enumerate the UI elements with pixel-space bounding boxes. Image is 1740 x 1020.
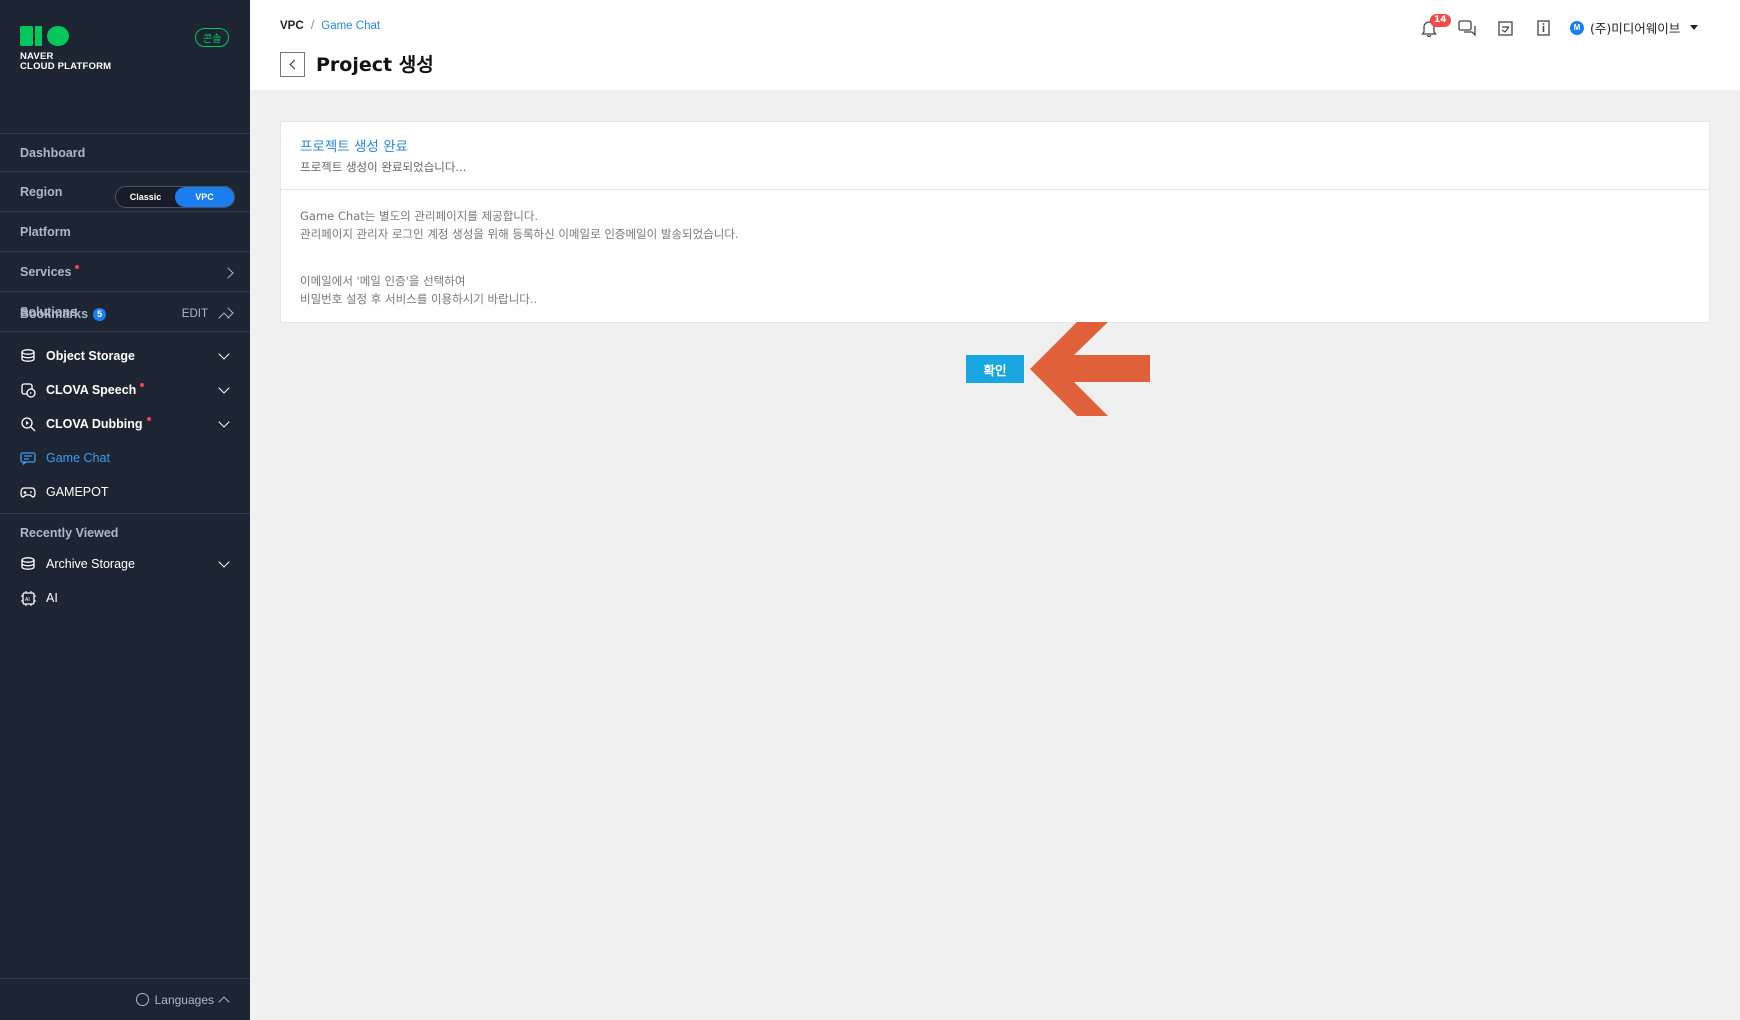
breadcrumb-separator: / [310,20,315,32]
page-title: Project 생성 [316,54,434,76]
recent-label: Archive Storage [46,557,135,571]
gamepad-icon [20,485,36,499]
dubbing-icon [20,416,36,431]
bookmarks-header: Bookmarks 5 EDIT [0,298,250,330]
services-label: Services [20,265,72,279]
chevron-down-icon[interactable] [218,416,230,428]
dashboard-label: Dashboard [20,145,86,160]
breadcrumb: VPC / Game Chat [280,20,380,32]
new-indicator-dot [75,265,80,269]
bookmark-item-gamepot[interactable]: GAMEPOT [0,475,250,509]
back-button[interactable] [280,52,305,77]
bookmark-item-clova-dubbing[interactable]: CLOVA Dubbing [0,407,250,441]
chevron-up-icon[interactable] [218,312,230,324]
platform-toggle[interactable]: Classic VPC [115,186,235,208]
chevron-right-icon [222,266,234,279]
bookmarks-label: Bookmarks [20,307,89,321]
chevron-left-icon [289,59,299,70]
chevron-down-icon[interactable] [218,382,230,394]
speech-icon [20,382,36,398]
platform-option-vpc[interactable]: VPC [175,187,234,207]
bookmark-label: Object Storage [46,349,135,363]
chevron-up-icon [218,995,230,1008]
sidebar: NAVER CLOUD PLATFORM 콘솔 Dashboard Region… [0,0,250,1020]
card-text-line: 이메일에서 '메일 인증'을 선택하여 [300,274,466,288]
chevron-down-icon[interactable] [218,556,230,568]
console-badge: 콘솔 [195,28,230,47]
bookmark-label: CLOVA Speech [46,383,137,397]
logo-mark-icon [20,26,111,46]
caret-down-icon [1690,25,1699,30]
card-title: 프로젝트 생성 완료 [300,139,408,155]
project-complete-card: 프로젝트 생성 완료 프로젝트 생성이 완료되었습니다... Game Chat… [280,121,1710,323]
top-header: VPC / Game Chat Project 생성 [250,0,1740,90]
platform-label: Platform [20,225,71,239]
card-divider [281,189,1709,190]
card-text-line: 관리페이지 관리자 로그인 계정 생성을 위해 등록하신 이메일로 인증메일이 … [300,227,739,241]
info-icon[interactable] [1534,19,1552,37]
pointer-arrow-icon [1030,322,1150,416]
bookmark-item-game-chat[interactable]: Game Chat [0,441,250,475]
chat-icon [20,451,36,465]
chat-bubble-icon[interactable] [1458,19,1476,37]
sidebar-item-services[interactable]: Services [0,253,250,292]
bookmark-label: CLOVA Dubbing [46,417,143,431]
user-name: (주)미디어웨이브 [1590,21,1681,36]
recent-item-archive-storage[interactable]: Archive Storage [0,547,250,581]
notification-count-badge: 14 [1430,14,1451,27]
card-text-line: 비밀번호 설정 후 서비스를 이용하시기 바랍니다.. [300,292,538,306]
recent-item-ai[interactable]: AI AI [0,581,250,615]
recently-viewed-label: Recently Viewed [20,526,119,540]
platform-option-classic[interactable]: Classic [116,187,175,207]
globe-icon [135,993,149,1006]
card-subtitle: 프로젝트 생성이 완료되었습니다... [300,160,467,174]
bookmark-item-clova-speech[interactable]: CLOVA Speech [0,373,250,407]
new-indicator-dot [140,383,145,387]
user-menu[interactable]: M (주)미디어웨이브 [1570,18,1699,37]
chevron-down-icon[interactable] [218,348,230,360]
bookmarks-edit-button[interactable]: EDIT [182,308,208,320]
logo-text-line2: CLOUD PLATFORM [20,61,112,72]
sidebar-item-dashboard[interactable]: Dashboard [0,133,250,172]
recent-label: AI [46,591,58,605]
region-label: Region [20,185,63,199]
ai-icon: AI [20,590,36,606]
card-text-line: Game Chat는 별도의 관리페이지를 제공합니다. [300,209,539,223]
archive-icon [20,557,36,571]
new-indicator-dot [146,417,151,421]
bookmark-item-object-storage[interactable]: Object Storage [0,339,250,373]
bookmarks-count-badge: 5 [93,307,107,321]
bookmark-label: Game Chat [46,451,110,465]
breadcrumb-current[interactable]: Game Chat [321,20,380,32]
sidebar-platform: Platform [0,213,250,252]
sidebar-divider [0,513,250,514]
user-avatar: M [1570,20,1584,35]
naver-cloud-logo[interactable]: NAVER CLOUD PLATFORM [20,26,111,72]
memo-icon[interactable] [1496,19,1514,37]
bookmark-label: GAMEPOT [46,485,109,499]
languages-label: Languages [154,992,214,1007]
storage-icon [20,349,36,363]
confirm-button[interactable]: 확인 [966,355,1024,383]
languages-selector[interactable]: Languages [0,978,250,1020]
svg-text:AI: AI [25,597,30,603]
breadcrumb-root[interactable]: VPC [280,20,304,32]
